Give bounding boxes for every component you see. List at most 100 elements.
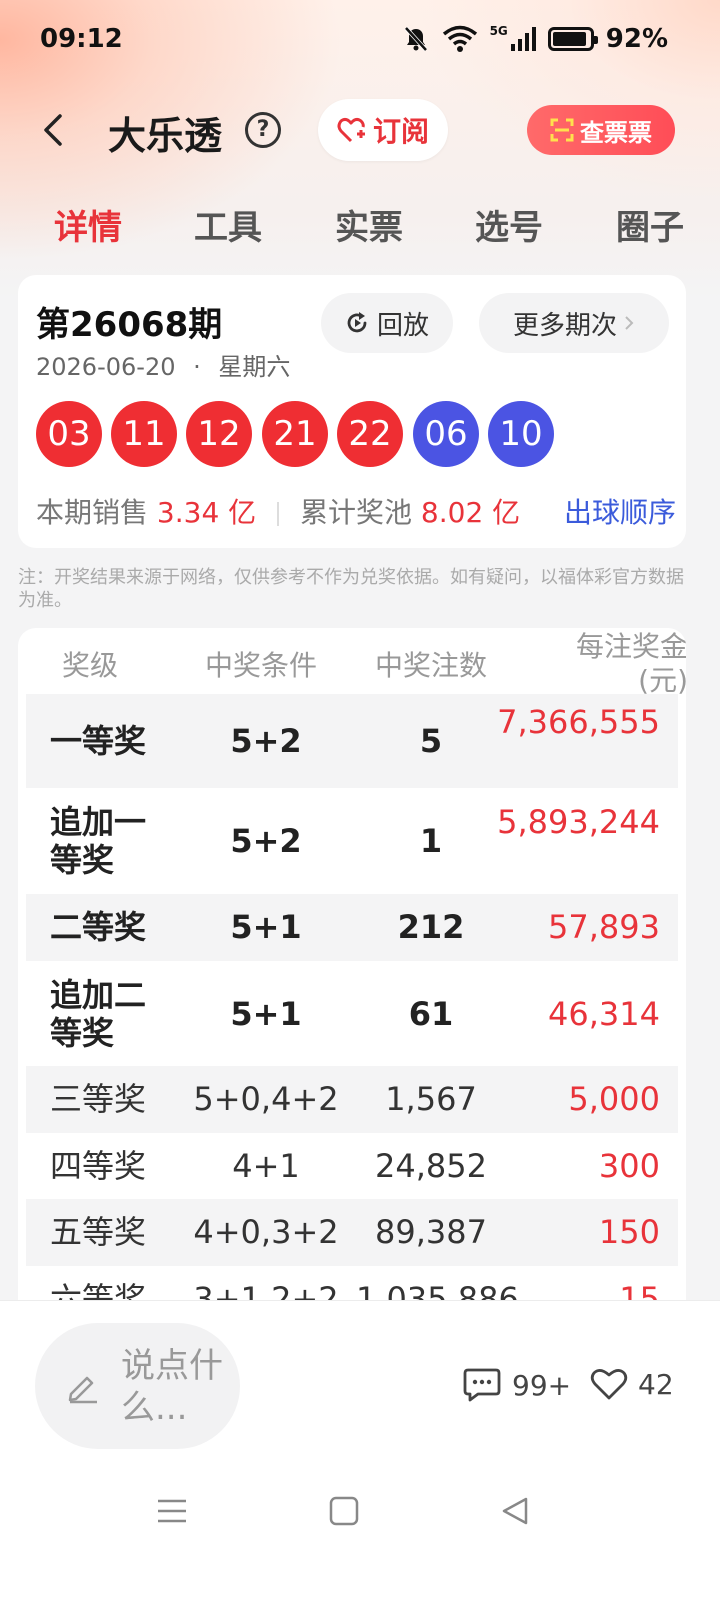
prize-amount: 300	[598, 1147, 660, 1185]
header-condition: 中奖条件	[205, 649, 318, 682]
chevron-right-icon	[625, 316, 634, 330]
prize-level: 六等奖	[50, 1280, 147, 1300]
tab-bar: 详情 工具 实票 选号 圈子	[0, 200, 720, 260]
prize-count: 89,387	[375, 1213, 487, 1251]
back-arrow-icon[interactable]	[38, 113, 68, 147]
prize-condition: 5+1	[230, 995, 302, 1033]
table-row: 追加一等奖 5+2 1 5,893,244	[26, 788, 678, 894]
prize-amount: 5,893,244	[497, 803, 660, 841]
pool-label: 累计奖池	[300, 496, 413, 529]
prize-level: 追加二等奖	[50, 976, 147, 1052]
heart-plus-icon	[337, 117, 365, 143]
tab-details[interactable]: 详情	[54, 200, 122, 249]
status-time: 09:12	[40, 24, 123, 54]
red-ball: 21	[262, 401, 328, 467]
draw-weekday: 星期六	[218, 353, 291, 381]
pencil-icon	[68, 1376, 97, 1404]
prize-count: 1	[419, 822, 443, 860]
prize-condition: 5+2	[230, 722, 302, 760]
table-row: 五等奖 4+0,3+2 89,387 150	[26, 1199, 678, 1266]
like-button[interactable]: 42	[590, 1367, 674, 1401]
replay-icon	[347, 312, 367, 333]
red-ball: 12	[186, 401, 252, 467]
bottom-action-bar: 说点什么... 99+ 42	[0, 1300, 720, 1604]
scan-icon	[550, 118, 574, 142]
prize-count: 1,035,886	[356, 1280, 519, 1300]
home-square-icon[interactable]	[324, 1491, 364, 1531]
battery-percent: 92%	[605, 24, 668, 54]
replay-button[interactable]: 回放	[321, 293, 453, 353]
sales-label: 本期销售	[36, 496, 149, 529]
sales-value: 3.34	[156, 496, 220, 529]
blue-ball: 06	[413, 401, 479, 467]
subscribe-button[interactable]: 订阅	[318, 99, 448, 161]
network-type-label: 5G	[489, 24, 508, 38]
red-ball: 11	[111, 401, 177, 467]
header-level: 奖级	[62, 649, 119, 682]
status-icons: 5G 92%	[402, 24, 668, 54]
heart-icon	[590, 1369, 628, 1400]
table-header: 奖级 中奖条件 中奖注数 每注奖金(元)	[18, 628, 686, 694]
check-ticket-label: 查票票	[580, 118, 652, 147]
tab-real-tickets[interactable]: 实票	[335, 200, 403, 249]
pool-unit: 亿	[492, 496, 521, 529]
table-row: 四等奖 4+1 24,852 300	[26, 1133, 678, 1199]
back-triangle-icon[interactable]	[496, 1491, 536, 1531]
prize-condition: 3+1,2+2	[193, 1280, 339, 1300]
prize-count: 61	[408, 995, 454, 1033]
prize-condition: 5+2	[230, 822, 302, 860]
prize-count: 5	[419, 722, 443, 760]
prize-condition: 4+0,3+2	[193, 1213, 339, 1251]
tab-tools[interactable]: 工具	[194, 200, 262, 249]
prize-table: 奖级 中奖条件 中奖注数 每注奖金(元) 一等奖 5+2 5 7,366,555…	[18, 628, 686, 1300]
check-ticket-button[interactable]: 查票票	[527, 105, 675, 155]
prize-count: 1,567	[385, 1080, 477, 1118]
comments-button[interactable]: 99+	[462, 1367, 571, 1403]
battery-level-fill	[552, 32, 586, 46]
comment-icon	[463, 1368, 501, 1402]
prize-amount: 15	[619, 1280, 660, 1300]
more-issues-button[interactable]: 更多期次	[479, 293, 669, 353]
header-amount: 每注奖金(元)	[575, 630, 686, 694]
more-issues-label: 更多期次	[512, 310, 617, 341]
issue-number: 第26068期	[36, 305, 223, 345]
status-bar: 09:12 5G 92%	[0, 0, 720, 80]
table-row: 三等奖 5+0,4+2 1,567 5,000	[26, 1066, 678, 1133]
prize-level: 四等奖	[50, 1147, 147, 1185]
prize-level: 二等奖	[50, 908, 147, 946]
prize-amount: 7,366,555	[497, 703, 660, 741]
menu-icon[interactable]	[152, 1491, 192, 1531]
wifi-icon	[442, 25, 477, 52]
sales-info: 本期销售 3.34 亿 累计奖池 8.02 亿 出球顺序	[36, 491, 676, 531]
tab-pick-numbers[interactable]: 选号	[475, 200, 543, 249]
blue-ball: 10	[488, 401, 554, 467]
sales-unit: 亿	[228, 496, 257, 529]
prize-amount: 150	[598, 1213, 660, 1251]
comment-input[interactable]: 说点什么...	[35, 1323, 240, 1449]
table-row: 二等奖 5+1 212 57,893	[26, 894, 678, 961]
prize-level: 追加一等奖	[50, 803, 147, 879]
prize-count: 212	[397, 908, 465, 946]
comment-placeholder: 说点什么...	[121, 1346, 223, 1428]
draw-result-card: 第26068期 2026-06-20 · 星期六 回放 更多期次 03 11 1…	[18, 275, 686, 548]
prize-condition: 5+1	[230, 908, 302, 946]
draw-date-line: 2026-06-20 · 星期六	[36, 347, 290, 382]
pool-value: 8.02	[420, 496, 484, 529]
help-icon[interactable]: ?	[245, 112, 281, 148]
mute-bell-icon	[404, 26, 428, 52]
table-row: 追加二等奖 5+1 61 46,314	[26, 961, 678, 1066]
draw-order-link[interactable]: 出球顺序	[564, 491, 676, 531]
table-row: 六等奖 3+1,2+2 1,035,886 15	[26, 1266, 678, 1300]
subscribe-label: 订阅	[372, 115, 429, 148]
like-count-label: 42	[638, 1367, 674, 1401]
divider	[277, 502, 280, 526]
tab-circle[interactable]: 圈子	[616, 200, 684, 249]
page-title: 大乐透	[108, 114, 223, 158]
red-ball: 03	[36, 401, 102, 467]
prize-condition: 4+1	[232, 1147, 300, 1185]
signal-icon	[510, 27, 536, 51]
draw-date: 2026-06-20	[36, 353, 176, 381]
replay-label: 回放	[376, 310, 429, 341]
prize-level: 一等奖	[50, 722, 147, 760]
prize-count: 24,852	[375, 1147, 487, 1185]
